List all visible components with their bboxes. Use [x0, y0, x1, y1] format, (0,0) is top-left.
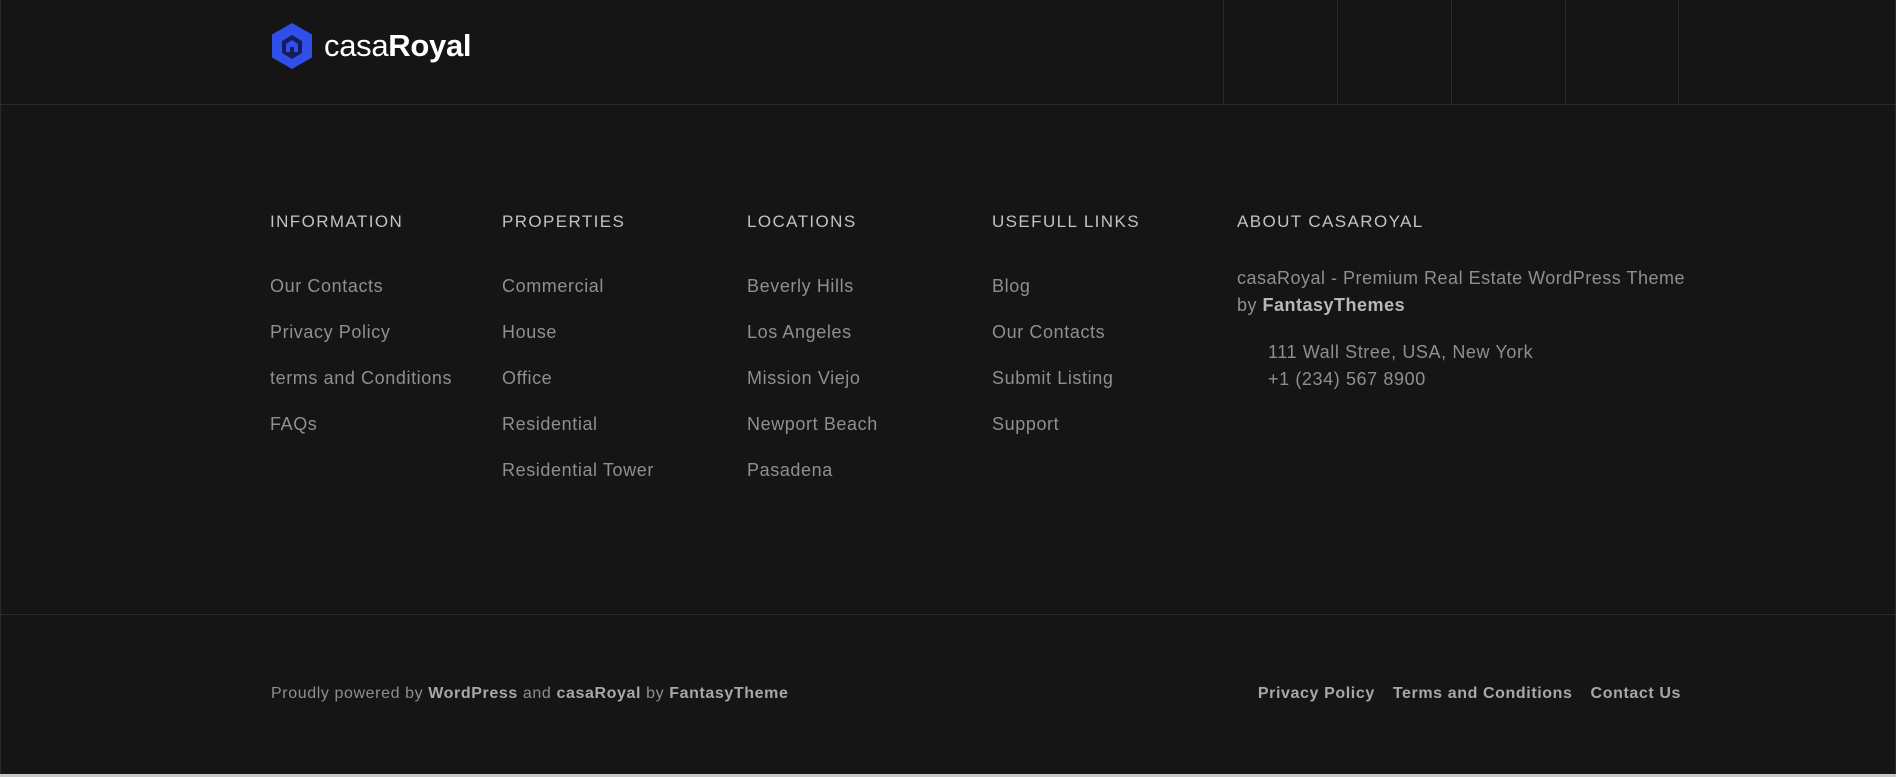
legal-link-contact-us[interactable]: Contact Us	[1591, 685, 1681, 703]
footer-link-support[interactable]: Support	[992, 414, 1140, 460]
about-theme-link[interactable]: FantasyThemes	[1263, 295, 1406, 315]
footer-link-beverly-hills[interactable]: Beverly Hills	[747, 276, 878, 322]
column-title: USEFULL LINKS	[992, 212, 1140, 231]
contact-phone[interactable]: +1 (234) 567 8900	[1268, 366, 1697, 393]
legal-links: Privacy Policy Terms and Conditions Cont…	[1258, 685, 1681, 703]
column-title: INFORMATION	[270, 212, 404, 231]
footer-link-newport-beach[interactable]: Newport Beach	[747, 414, 878, 460]
column-title: LOCATIONS	[747, 212, 857, 231]
powered-by: Proudly powered by WordPress and casaRoy…	[271, 685, 789, 702]
site-logo[interactable]: casaRoyal	[270, 22, 472, 70]
footer-about: ABOUT CASAROYAL casaRoyal - Premium Real…	[1237, 212, 1697, 393]
footer-link-privacy-policy[interactable]: Privacy Policy	[270, 322, 452, 368]
contact-address: 111 Wall Stree, USA, New York	[1268, 342, 1534, 362]
footer-link-our-contacts-2[interactable]: Our Contacts	[992, 322, 1140, 368]
footer-link-office[interactable]: Office	[502, 368, 654, 414]
hexagon-logo-icon	[272, 23, 312, 69]
wordpress-link[interactable]: WordPress	[428, 685, 518, 702]
footer-link-terms[interactable]: terms and Conditions	[270, 368, 452, 414]
about-title: ABOUT CASAROYAL	[1237, 212, 1424, 231]
footer-divider	[0, 614, 1896, 615]
contact-info: 111 Wall Stree, USA, New York +1 (234) 5…	[1268, 339, 1697, 393]
fantasytheme-link[interactable]: FantasyTheme	[669, 685, 788, 702]
column-title: PROPERTIES	[502, 212, 626, 231]
footer-link-commercial[interactable]: Commercial	[502, 276, 654, 322]
footer-column-information: INFORMATION Our Contacts Privacy Policy …	[270, 212, 452, 460]
footer-link-faqs[interactable]: FAQs	[270, 414, 452, 460]
footer-link-blog[interactable]: Blog	[992, 276, 1140, 322]
logo-wordmark: casaRoyal	[324, 28, 472, 63]
footer-column-locations: LOCATIONS Beverly Hills Los Angeles Miss…	[747, 212, 878, 506]
footer-link-pasadena[interactable]: Pasadena	[747, 460, 878, 506]
casaroyal-link[interactable]: casaRoyal	[556, 685, 641, 702]
footer-link-submit-listing[interactable]: Submit Listing	[992, 368, 1140, 414]
site-header: casaRoyal	[0, 0, 1896, 105]
footer-link-house[interactable]: House	[502, 322, 654, 368]
footer-column-properties: PROPERTIES Commercial House Office Resid…	[502, 212, 654, 506]
footer-link-residential[interactable]: Residential	[502, 414, 654, 460]
about-text: casaRoyal - Premium Real Estate WordPres…	[1237, 268, 1685, 315]
header-grid-lines	[1223, 0, 1679, 104]
legal-link-privacy-policy[interactable]: Privacy Policy	[1258, 685, 1375, 703]
legal-link-terms[interactable]: Terms and Conditions	[1393, 685, 1573, 703]
footer-link-los-angeles[interactable]: Los Angeles	[747, 322, 878, 368]
footer-link-our-contacts[interactable]: Our Contacts	[270, 276, 452, 322]
footer-column-useful-links: USEFULL LINKS Blog Our Contacts Submit L…	[992, 212, 1140, 460]
footer-link-mission-viejo[interactable]: Mission Viejo	[747, 368, 878, 414]
footer-link-residential-tower[interactable]: Residential Tower	[502, 460, 654, 506]
